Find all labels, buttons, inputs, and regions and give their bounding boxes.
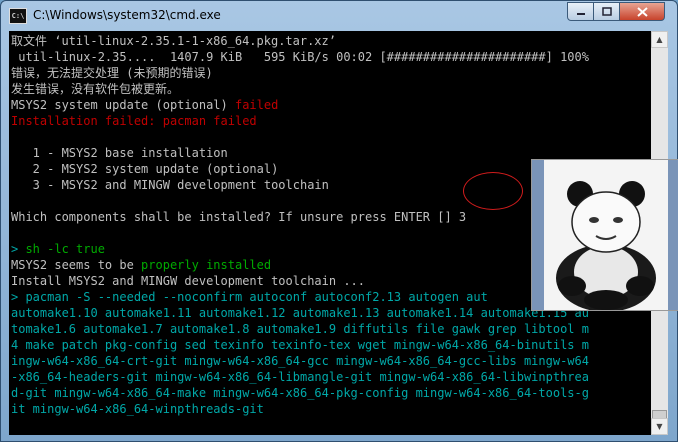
console-text: > [11, 242, 26, 256]
console-line: Install MSYS2 and MINGW development tool… [11, 273, 365, 289]
console-text: -x86_64-headers-git mingw-w64-x86_64-lib… [11, 370, 589, 384]
close-icon [636, 6, 648, 17]
annotation-circle [463, 172, 523, 210]
console-text: Install MSYS2 and MINGW development tool… [11, 274, 366, 288]
scroll-up-button[interactable]: ▲ [651, 31, 668, 48]
console-text: 取文件 ‘util-linux-2.35.1-1-x86_64.pkg.tar.… [11, 34, 336, 48]
console-line: tomake1.6 automake1.7 automake1.8 automa… [11, 321, 589, 337]
console-text: MSYS2 seems to be [11, 258, 142, 272]
console-text: 1 - MSYS2 base installation [11, 146, 228, 160]
window-title: C:\Windows\system32\cmd.exe [33, 8, 221, 22]
console-line: MSYS2 seems to be properly installed [11, 257, 271, 273]
minimize-button[interactable] [567, 2, 594, 21]
cmd-window: C:\ C:\Windows\system32\cmd.exe 取文件 ‘uti… [0, 0, 678, 442]
scroll-down-button[interactable]: ▼ [651, 418, 668, 435]
maximize-icon [601, 7, 612, 16]
console-line: 发生错误，没有软件包被更新。 [11, 81, 179, 97]
console-line: Which components shall be installed? If … [11, 209, 466, 225]
console-line: 错误，无法提交处理 (未预期的错误) [11, 65, 213, 81]
cmd-icon: C:\ [9, 8, 27, 24]
console-text: pacman -S --needed --noconfirm autoconf … [25, 290, 488, 304]
console-text: 3 - MSYS2 and MINGW development toolchai… [11, 178, 329, 192]
console-line: automake1.10 automake1.11 automake1.12 a… [11, 305, 589, 321]
console-line: 取文件 ‘util-linux-2.35.1-1-x86_64.pkg.tar.… [11, 33, 336, 49]
console-text: properly installed [141, 258, 272, 272]
console-text: > [11, 290, 26, 304]
console-text: MSYS2 system update (optional) [11, 98, 235, 112]
console-line: it mingw-w64-x86_64-winpthreads-git [11, 401, 264, 417]
console-text: ingw-w64-x86_64-crt-git mingw-w64-x86_64… [11, 354, 589, 368]
panda-meme-image [532, 160, 678, 310]
console-text: tomake1.6 automake1.7 automake1.8 automa… [11, 322, 589, 336]
console-line: > sh -lc true [11, 241, 105, 257]
console-line: d-git mingw-w64-x86_64-make mingw-w64-x8… [11, 385, 589, 401]
console-text: d-git mingw-w64-x86_64-make mingw-w64-x8… [11, 386, 589, 400]
console-line: > pacman -S --needed --noconfirm autocon… [11, 289, 488, 305]
console-line: 3 - MSYS2 and MINGW development toolchai… [11, 177, 329, 193]
console-text: util-linux-2.35.... 1407.9 KiB 595 KiB/s… [11, 50, 589, 64]
console-line: ingw-w64-x86_64-crt-git mingw-w64-x86_64… [11, 353, 589, 369]
console-text: failed [234, 98, 279, 112]
console-text: 错误，无法提交处理 (未预期的错误) [11, 66, 213, 80]
maximize-button[interactable] [593, 2, 620, 21]
close-button[interactable] [619, 2, 665, 21]
console-text: 4 make patch pkg-config sed texinfo texi… [11, 338, 589, 352]
console-text: 2 - MSYS2 system update (optional) [11, 162, 279, 176]
title-bar[interactable]: C:\ C:\Windows\system32\cmd.exe [1, 1, 677, 31]
console-text: 发生错误，没有软件包被更新。 [11, 82, 180, 96]
minimize-icon [576, 12, 585, 15]
console-text: it mingw-w64-x86_64-winpthreads-git [11, 402, 264, 416]
console-text: sh -lc true [25, 242, 105, 256]
console-line: Installation failed: pacman failed [11, 113, 257, 129]
console-line: -x86_64-headers-git mingw-w64-x86_64-lib… [11, 369, 589, 385]
console-line: 1 - MSYS2 base installation [11, 145, 228, 161]
console-line: 4 make patch pkg-config sed texinfo texi… [11, 337, 589, 353]
panda-meme-sticker [531, 159, 678, 311]
console-line: util-linux-2.35.... 1407.9 KiB 595 KiB/s… [11, 49, 589, 65]
console-text: Which components shall be installed? If … [11, 210, 467, 224]
console-line: 2 - MSYS2 system update (optional) [11, 161, 279, 177]
console-text: automake1.10 automake1.11 automake1.12 a… [11, 306, 589, 320]
console-text: Installation failed: pacman failed [11, 114, 257, 128]
console-line: MSYS2 system update (optional) failed [11, 97, 278, 113]
